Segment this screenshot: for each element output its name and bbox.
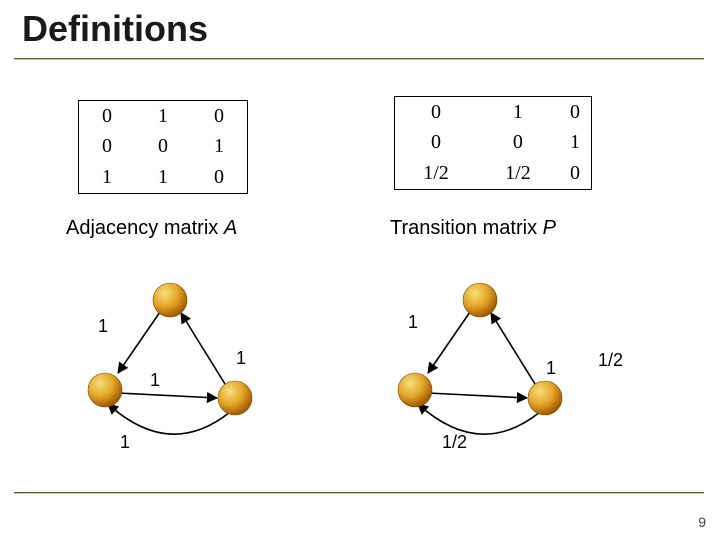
- adjacency-graph: [88, 283, 252, 434]
- edge-label-P-3: 1/2: [598, 350, 623, 371]
- node-P-right: [528, 381, 562, 415]
- edge-P-right-to-top: [491, 313, 535, 384]
- edge-label-P-1: 1: [408, 312, 418, 333]
- footer-underline: [14, 492, 704, 494]
- slide: Definitions 0 1 0 0 0 1 1 1 0 0: [0, 0, 720, 540]
- edge-A-right-to-left: [108, 404, 230, 434]
- edge-label-A-4: 1: [120, 432, 130, 453]
- edge-A-right-to-top-1: [181, 313, 225, 384]
- graphs-svg: [0, 0, 720, 540]
- edge-A-left-to-right: [118, 393, 217, 398]
- edge-P-left-to-right: [428, 393, 527, 398]
- node-A-right: [218, 381, 252, 415]
- node-A-left: [88, 373, 122, 407]
- page-number: 9: [698, 514, 706, 530]
- edge-label-A-1: 1: [98, 316, 108, 337]
- node-A-top: [153, 283, 187, 317]
- edge-label-P-2: 1: [546, 358, 556, 379]
- edge-label-P-4: 1/2: [442, 432, 467, 453]
- edge-P-right-to-left: [418, 404, 540, 434]
- edge-A-top-to-left: [118, 312, 160, 373]
- node-P-top: [463, 283, 497, 317]
- edge-P-top-to-left: [428, 312, 470, 373]
- edge-label-A-3: 1: [150, 370, 160, 391]
- edge-label-A-2: 1: [236, 348, 246, 369]
- node-P-left: [398, 373, 432, 407]
- transition-graph: [398, 283, 562, 434]
